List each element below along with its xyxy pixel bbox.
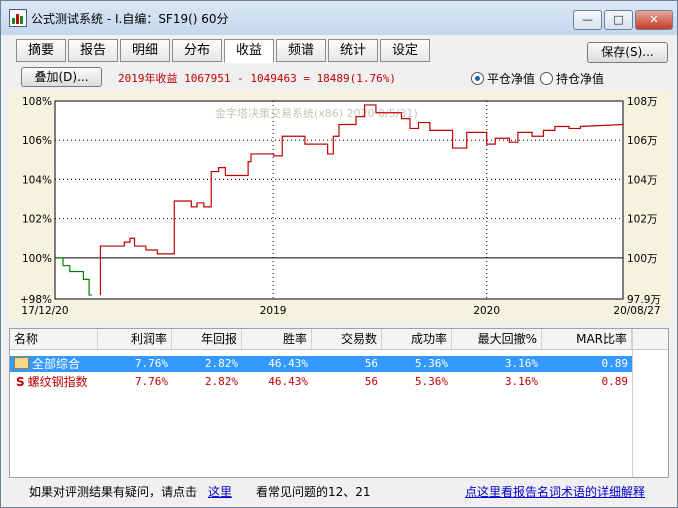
maximize-button[interactable]: □ xyxy=(604,10,633,30)
radio-unchecked-icon xyxy=(540,72,553,85)
x-axis-tick-label: 17/12/20 xyxy=(21,305,68,317)
tab-summary[interactable]: 摘要 xyxy=(16,39,66,62)
table-cell: 7.76% xyxy=(134,375,168,388)
chart-app-icon xyxy=(9,9,27,27)
y-axis-left-label: 106% xyxy=(22,135,52,147)
table-cell: 5.36% xyxy=(414,357,448,370)
table-cell: 56 xyxy=(364,357,378,370)
y-axis-right-label: 104万 xyxy=(627,174,658,186)
table-cell: 3.16% xyxy=(504,375,538,388)
col-header-mar-ratio[interactable]: MAR比率 xyxy=(542,329,632,349)
table-cell: 0.89 xyxy=(601,375,629,388)
y-axis-right-label: 106万 xyxy=(627,135,658,147)
title-bar[interactable]: 公式测试系统 - I.自编：SF19() 60分 — □ ✕ xyxy=(1,1,677,35)
table-cell: 3.16% xyxy=(504,357,538,370)
equity-chart-svg: 金字塔决策交易系统(x86) 2020 0/5/31)108%106%104%1… xyxy=(20,96,661,317)
y-axis-right-label: 108万 xyxy=(627,96,658,108)
glossary-link[interactable]: 点这里看报告名词术语的详细解释 xyxy=(465,483,645,500)
tab-spectrum[interactable]: 频谱 xyxy=(276,39,326,62)
table-cell: 46.43% xyxy=(268,375,308,388)
y-axis-left-label: 100% xyxy=(22,253,52,265)
y-axis-left-label: 104% xyxy=(22,174,52,186)
window-title: 公式测试系统 - I.自编：SF19() 60分 xyxy=(31,12,229,26)
close-button[interactable]: ✕ xyxy=(635,10,673,30)
col-header-profit-rate[interactable]: 利润率 xyxy=(98,329,172,349)
x-axis-tick-label: 20/08/27 xyxy=(613,305,660,317)
col-header-annual-return[interactable]: 年回报 xyxy=(172,329,242,349)
x-axis-tick-label: 2020 xyxy=(473,305,500,317)
results-table: 名称 利润率 年回报 胜率 交易数 成功率 最大回撤% MAR比率 全部综合 7… xyxy=(9,328,669,478)
app-window: 公式测试系统 - I.自编：SF19() 60分 — □ ✕ 摘要 报告 明细 … xyxy=(0,0,678,508)
tab-statistics[interactable]: 统计 xyxy=(328,39,378,62)
col-header-trades[interactable]: 交易数 xyxy=(312,329,382,349)
radio-position-equity[interactable]: 持仓净值 xyxy=(540,70,604,87)
table-cell-name: 全部综合 xyxy=(10,356,98,372)
faq-link[interactable]: 这里 xyxy=(208,483,232,500)
table-cell: 46.43% xyxy=(268,357,308,370)
table-cell: 2.82% xyxy=(204,375,238,388)
symbol-s-icon: S xyxy=(16,375,25,389)
status-faq-text: 看常见问题的12、21 xyxy=(256,485,371,499)
tab-settings[interactable]: 设定 xyxy=(380,39,430,62)
table-cell: 56 xyxy=(364,375,378,388)
y-axis-right-label: 102万 xyxy=(627,214,658,226)
folder-icon xyxy=(14,357,29,369)
tab-distribution[interactable]: 分布 xyxy=(172,39,222,62)
table-cell: 2.82% xyxy=(204,357,238,370)
tab-details[interactable]: 明细 xyxy=(120,39,170,62)
minimize-button[interactable]: — xyxy=(573,10,602,30)
radio-close-equity[interactable]: 平仓净值 xyxy=(471,70,535,87)
tab-returns[interactable]: 收益 xyxy=(224,39,274,63)
equity-chart: 金字塔决策交易系统(x86) 2020 0/5/31) 108% 106% 104% 1… xyxy=(9,90,669,322)
col-header-success-rate[interactable]: 成功率 xyxy=(382,329,452,349)
annual-return-summary: 2019年收益 1067951 - 1049463 = 18489(1.76%) xyxy=(118,72,397,85)
y-axis-right-label: 100万 xyxy=(627,253,658,265)
status-help-text: 如果对评测结果有疑问，请点击 xyxy=(29,485,198,499)
table-row[interactable]: 全部综合 7.76% 2.82% 46.43% 56 5.36% 3.16% 0… xyxy=(10,356,632,372)
table-cell: 7.76% xyxy=(134,357,168,370)
table-cell: 0.89 xyxy=(601,357,629,370)
tab-report[interactable]: 报告 xyxy=(68,39,118,62)
table-row[interactable]: S 螺纹钢指数 7.76% 2.82% 46.43% 56 5.36% 3.16%… xyxy=(10,374,632,390)
x-axis-tick-label: 2019 xyxy=(260,305,287,317)
col-header-name[interactable]: 名称 xyxy=(10,329,98,349)
table-vertical-divider xyxy=(632,329,633,477)
table-header: 名称 利润率 年回报 胜率 交易数 成功率 最大回撤% MAR比率 xyxy=(10,329,668,350)
y-axis-left-label: 102% xyxy=(22,214,52,226)
y-axis-left-label: 108% xyxy=(22,96,52,108)
radio-checked-icon xyxy=(471,72,484,85)
table-cell-name: S 螺纹钢指数 xyxy=(16,375,88,389)
table-cell: 5.36% xyxy=(414,375,448,388)
save-button[interactable]: 保存(S)... xyxy=(587,42,668,63)
overlay-button[interactable]: 叠加(D)... xyxy=(21,67,102,87)
col-header-max-drawdown[interactable]: 最大回撤% xyxy=(452,329,542,349)
col-header-win-rate[interactable]: 胜率 xyxy=(242,329,312,349)
status-bar: 如果对评测结果有疑问，请点击 这里 看常见问题的12、21 点这里看报告名词术语… xyxy=(9,481,669,501)
